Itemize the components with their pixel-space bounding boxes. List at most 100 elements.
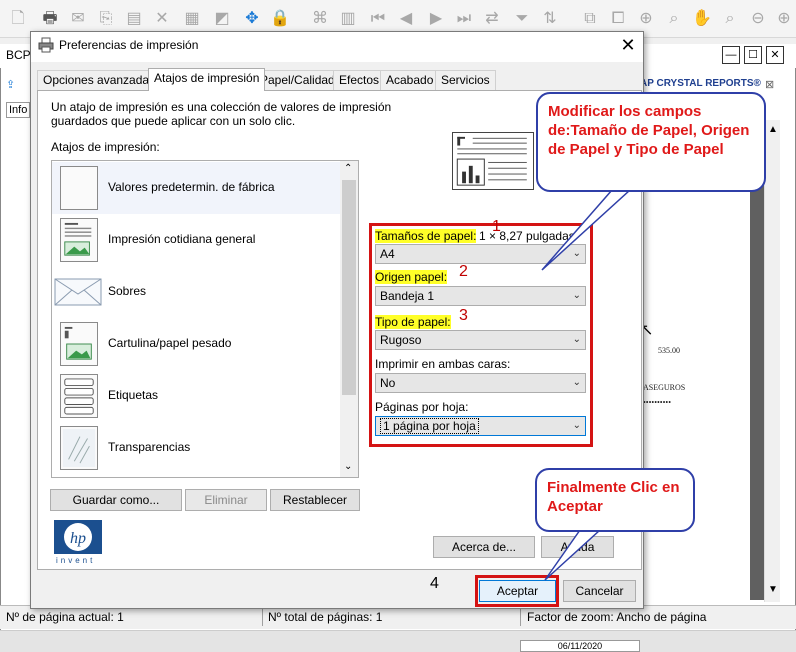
date-field: 06/11/2020 (520, 640, 640, 652)
list-item-label: Cartulina/papel pesado (108, 336, 232, 350)
scroll-down-icon[interactable]: ▼ (768, 584, 778, 595)
tab-close-icon[interactable]: ⊠ (765, 78, 774, 91)
zoom-icon[interactable]: ⌕ (664, 9, 684, 29)
list-item-label: Impresión cotidiana general (108, 232, 256, 246)
list-item[interactable]: Etiquetas (52, 370, 340, 422)
pages-per-sheet-select[interactable]: 1 página por hoja ⌄ (375, 416, 586, 436)
export-icon[interactable]: ⎘ (96, 9, 116, 29)
report-scrollbar[interactable]: ▲ ▼ (764, 120, 780, 602)
filter-icon[interactable]: ⏷ (512, 9, 532, 29)
shortcuts-description: Un atajo de impresión es una colección d… (51, 100, 392, 128)
refresh-icon[interactable]: ⇄ (482, 9, 502, 29)
page-shadow (750, 140, 764, 600)
tab-effects[interactable]: Efectos (333, 70, 386, 90)
group-tree-icon[interactable]: ▥ (338, 9, 358, 29)
dialog-close-button[interactable]: ✕ (616, 34, 640, 56)
sort-icon[interactable]: ⇅ (540, 9, 560, 29)
envelope-icon (54, 278, 102, 306)
svg-text:hp: hp (70, 530, 86, 547)
list-item[interactable]: Valores predetermin. de fábrica (52, 162, 340, 214)
paper-size-select[interactable]: A4 ⌄ (375, 244, 586, 264)
word-icon[interactable]: ▦ (182, 9, 202, 29)
zoom-in-icon[interactable]: ⊕ (774, 9, 794, 29)
first-page-icon[interactable]: ⏮ (368, 9, 388, 29)
report-window-title: BCP (6, 48, 31, 62)
tab-services[interactable]: Servicios (435, 70, 496, 90)
report-label: ASEGUROS (643, 383, 686, 392)
chevron-down-icon[interactable]: ⌄ (344, 461, 352, 472)
paper-source-label: Origen papel: (375, 270, 448, 284)
list-scroll-thumb[interactable] (342, 180, 356, 395)
about-button[interactable]: Acerca de... (433, 536, 535, 558)
paper-type-select[interactable]: Rugoso ⌄ (375, 330, 586, 350)
list-item[interactable]: Sobres (52, 266, 340, 318)
hand-icon[interactable]: ✋ (692, 9, 712, 29)
list-item-label: Transparencias (108, 440, 191, 454)
export-arrow-icon[interactable]: ⇪ (6, 78, 15, 91)
cancel-button[interactable]: Cancelar (563, 580, 636, 602)
status-total-pages: Nº total de páginas: 1 (268, 610, 383, 624)
scroll-up-icon[interactable]: ▲ (768, 124, 778, 135)
close-window-button[interactable]: ✕ (766, 46, 784, 64)
search-icon[interactable]: ⌕ (720, 9, 740, 29)
mail-icon[interactable]: ✉ (68, 9, 88, 29)
cardstock-icon (60, 322, 98, 366)
status-divider (520, 608, 521, 626)
duplex-select[interactable]: No ⌄ (375, 373, 586, 393)
next-page-icon[interactable]: ▶ (426, 9, 446, 29)
save-as-button[interactable]: Guardar como... (50, 489, 182, 511)
step-number-3: 3 (459, 307, 468, 324)
list-item[interactable]: Transparencias (52, 422, 340, 474)
prev-page-icon[interactable]: ◀ (396, 9, 416, 29)
list-item[interactable]: Impresión cotidiana general (52, 214, 340, 266)
lock-icon[interactable]: 🔒 (270, 9, 290, 29)
tab-finishing[interactable]: Acabado (380, 70, 440, 90)
accept-highlight-box (475, 575, 559, 607)
move-icon[interactable]: ✥ (242, 9, 262, 29)
zoom-out-icon[interactable]: ⊖ (748, 9, 768, 29)
preview-icon[interactable]: 🗋 (8, 9, 28, 29)
tree-icon[interactable]: ⌘ (310, 9, 330, 29)
report-value: 535.00 (658, 346, 680, 355)
tab-shortcuts[interactable]: Atajos de impresión (148, 68, 266, 91)
minimize-button[interactable]: — (722, 46, 740, 64)
maximize-button[interactable]: ☐ (744, 46, 762, 64)
info-tab[interactable]: Info (6, 102, 31, 118)
status-divider (262, 608, 263, 626)
paper-source-value: Bandeja 1 (380, 289, 435, 303)
tab-paper-quality[interactable]: Papel/Calidad (254, 70, 341, 90)
chevron-up-icon[interactable]: ⌃ (344, 163, 352, 174)
help-button[interactable]: Ayuda (541, 536, 614, 558)
reset-button[interactable]: Restablecer (270, 489, 360, 511)
paper-type-label: Tipo de papel: (375, 315, 451, 329)
paste-icon[interactable]: ⧠ (608, 9, 628, 29)
print-setup-icon[interactable]: ▤ (124, 9, 144, 29)
taskbar-strip (0, 630, 796, 652)
shortcuts-label: Atajos de impresión: (51, 140, 160, 154)
labels-sheet-icon (60, 374, 98, 418)
chevron-down-icon: ⌄ (572, 248, 581, 259)
document-page-icon (60, 218, 98, 262)
chevron-down-icon: ⌄ (572, 334, 581, 345)
page-preview (452, 132, 534, 190)
paper-source-select[interactable]: Bandeja 1 ⌄ (375, 286, 586, 306)
last-page-icon[interactable]: ⏭ (454, 9, 474, 29)
copy-icon[interactable]: ⧉ (580, 9, 600, 29)
hp-logo: hp (54, 520, 102, 554)
list-item-label: Valores predetermin. de fábrica (108, 180, 275, 194)
callout-click-accept: Finalmente Clic en Aceptar (535, 468, 695, 532)
status-current-page: Nº de página actual: 1 (6, 610, 124, 624)
status-zoom: Factor de zoom: Ancho de página (527, 610, 707, 624)
paper-size-label: Tamaños de papel: (375, 229, 477, 243)
printer-icon[interactable]: 🖶 (40, 9, 60, 29)
report-masked: •••••••••• (643, 398, 672, 407)
delete-button[interactable]: Eliminar (185, 489, 267, 511)
hp-invent-text: invent (56, 556, 96, 565)
pdf-icon[interactable]: ◩ (212, 9, 232, 29)
list-item[interactable]: Cartulina/papel pesado (52, 318, 340, 370)
excel-icon[interactable]: ✕ (152, 9, 172, 29)
transparency-icon (60, 426, 98, 470)
find-icon[interactable]: ⊕ (636, 9, 656, 29)
list-item-label: Etiquetas (108, 388, 159, 402)
tab-advanced[interactable]: Opciones avanzadas (37, 70, 162, 90)
